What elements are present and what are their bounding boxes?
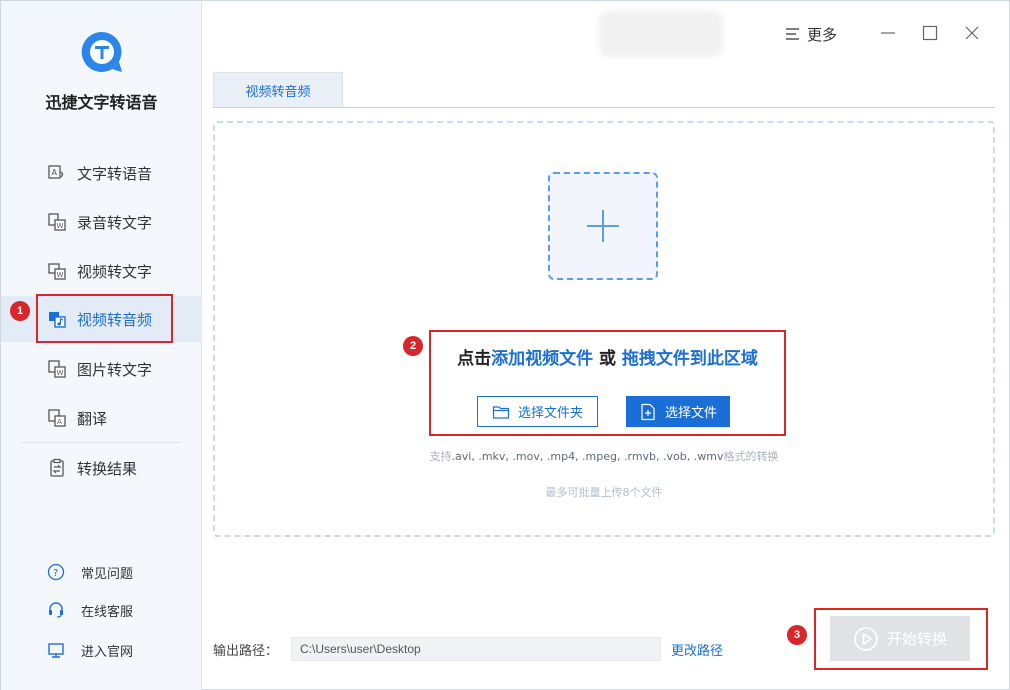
svg-text:W: W [57,222,64,230]
formats-prefix: 支持 [429,450,452,463]
minimize-icon [881,32,895,34]
sidebar-item-video-to-text[interactable]: W 视频转文字 [1,248,202,294]
monitor-icon [48,643,64,658]
sidebar-item-label: 视频转文字 [77,262,153,281]
app-name: 迅捷文字转语音 [45,93,158,112]
svg-text:W: W [57,271,64,279]
start-convert-label: 开始转换 [886,630,947,648]
annotation-badge-2: 2 [403,336,423,356]
play-circle-icon [854,626,878,651]
select-folder-label: 选择文件夹 [517,406,583,421]
image-to-text-icon: W [48,360,66,378]
drop-instructions: 点击添加视频文件 或 拖拽文件到此区域 [431,344,784,369]
sidebar-item-label: 转换结果 [77,459,138,478]
maximize-button[interactable] [918,21,942,45]
maximize-icon [922,25,938,41]
app-window: 迅捷文字转语音 A 文字转语音 W 录音转文字 W 视频转文字 视频转音频 W … [0,0,1010,690]
sidebar-item-label: 翻译 [77,409,108,428]
online-support-link[interactable]: 在线客服 [47,599,133,621]
output-path-field[interactable]: C:\Users\user\Desktop [291,637,661,661]
results-icon [50,458,64,477]
sidebar-item-audio-to-text[interactable]: W 录音转文字 [1,199,202,245]
select-file-button[interactable]: 选择文件 [626,396,730,427]
drop-title-or: 或 [593,349,622,369]
drag-drop-hint: 拖拽文件到此区域 [621,349,758,369]
formats-list: .avi, .mkv, .mov, .mp4, .mpeg, .rmvb, .v… [451,450,724,463]
close-icon [965,26,979,40]
more-label: 更多 [807,25,838,44]
folder-icon [492,405,510,419]
website-label: 进入官网 [81,644,134,660]
output-path-label: 输出路径： [213,644,279,659]
more-menu-button[interactable]: 更多 [785,23,837,45]
supported-formats: 支持.avi, .mkv, .mov, .mp4, .mpeg, .rmvb, … [213,448,995,464]
translate-icon: A [48,409,66,427]
online-support-label: 在线客服 [81,604,134,620]
sidebar-item-results[interactable]: 转换结果 [1,445,202,491]
svg-text:W: W [57,369,64,377]
sidebar-item-text-to-speech[interactable]: A 文字转语音 [1,150,202,196]
audio-to-text-icon: W [48,213,66,231]
sidebar-item-label: 图片转文字 [77,360,153,379]
video-to-audio-icon [49,312,66,328]
add-video-link[interactable]: 添加视频文件 [491,349,593,369]
minimize-button[interactable] [876,21,900,45]
website-link[interactable]: 进入官网 [47,639,133,661]
sidebar-item-label: 文字转语音 [77,164,153,183]
svg-text:A: A [57,418,62,426]
blurred-user-area [599,11,723,57]
sidebar: 迅捷文字转语音 A 文字转语音 W 录音转文字 W 视频转文字 视频转音频 W … [1,1,202,690]
text-to-speech-icon: A [48,165,64,179]
close-button[interactable] [960,21,984,45]
formats-suffix: 格式的转换 [723,450,779,463]
sidebar-item-video-to-audio[interactable]: 视频转音频 [1,296,202,342]
faq-link[interactable]: ? 常见问题 [47,561,133,583]
plus-icon [587,210,619,242]
start-convert-button[interactable]: 开始转换 [830,616,970,661]
sidebar-item-label: 视频转音频 [77,310,153,329]
change-path-link[interactable]: 更改路径 [671,640,723,659]
annotation-badge-3: 3 [787,625,807,645]
add-file-icon [641,403,655,420]
video-to-text-icon: W [48,263,66,280]
tab-underline [213,107,995,108]
add-file-button[interactable] [548,172,658,280]
upload-limit-text: 最多可批量上传8个文件 [545,486,663,499]
question-icon: ? [47,563,65,581]
select-file-label: 选择文件 [664,406,717,421]
menu-icon [786,28,799,40]
svg-text:?: ? [53,568,58,579]
annotation-badge-1: 1 [10,301,30,321]
headset-icon [49,602,63,618]
sidebar-item-image-to-text[interactable]: W 图片转文字 [1,346,202,392]
select-folder-button[interactable]: 选择文件夹 [477,396,598,427]
sidebar-item-translate[interactable]: A 翻译 [1,395,202,441]
app-logo-icon [81,31,122,72]
faq-label: 常见问题 [81,566,134,582]
svg-text:A: A [52,168,58,177]
sidebar-item-label: 录音转文字 [77,213,153,232]
drop-title-prefix: 点击 [457,349,492,369]
sidebar-divider [21,442,181,443]
tab-video-to-audio[interactable]: 视频转音频 [213,72,343,107]
